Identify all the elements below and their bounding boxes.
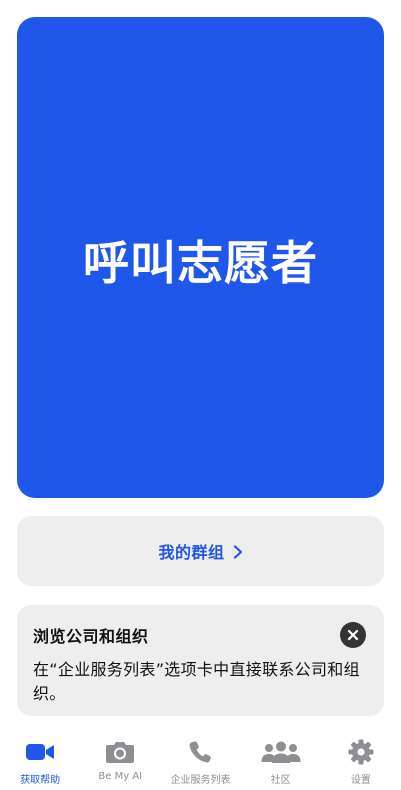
browse-companies-title: 浏览公司和组织	[33, 627, 149, 646]
tab-settings[interactable]: 设置	[321, 732, 401, 786]
phone-icon	[190, 741, 212, 763]
call-volunteer-label: 呼叫志愿者	[83, 235, 318, 290]
tab-get-help-label: 获取帮助	[20, 775, 61, 786]
people-icon	[261, 741, 301, 763]
gear-icon	[348, 739, 374, 765]
video-camera-icon	[26, 744, 55, 760]
tab-business-directory[interactable]: 企业服务列表	[160, 732, 240, 786]
close-icon	[347, 629, 359, 641]
tab-be-my-ai[interactable]: Be My AI	[80, 732, 160, 782]
browse-companies-card: 浏览公司和组织 在“企业服务列表”选项卡中直接联系公司和组织。	[17, 605, 384, 716]
tab-be-my-ai-label: Be My AI	[98, 771, 143, 782]
chevron-right-icon	[233, 545, 242, 559]
close-card-button[interactable]	[340, 622, 366, 648]
browse-companies-description: 在“企业服务列表”选项卡中直接联系公司和组织。	[33, 660, 360, 703]
tab-settings-label: 设置	[350, 775, 371, 786]
my-groups-label: 我的群组	[158, 543, 225, 562]
tab-business-directory-label: 企业服务列表	[170, 775, 231, 786]
my-groups-button[interactable]: 我的群组	[17, 516, 384, 586]
tab-community[interactable]: 社区	[241, 732, 321, 786]
camera-icon	[106, 742, 135, 763]
tab-bar: 获取帮助 Be My AI 企业服务列表 社区 设置	[0, 732, 401, 790]
tab-community-label: 社区	[270, 775, 291, 786]
call-volunteer-button[interactable]: 呼叫志愿者	[17, 17, 384, 498]
tab-get-help[interactable]: 获取帮助	[0, 732, 80, 786]
